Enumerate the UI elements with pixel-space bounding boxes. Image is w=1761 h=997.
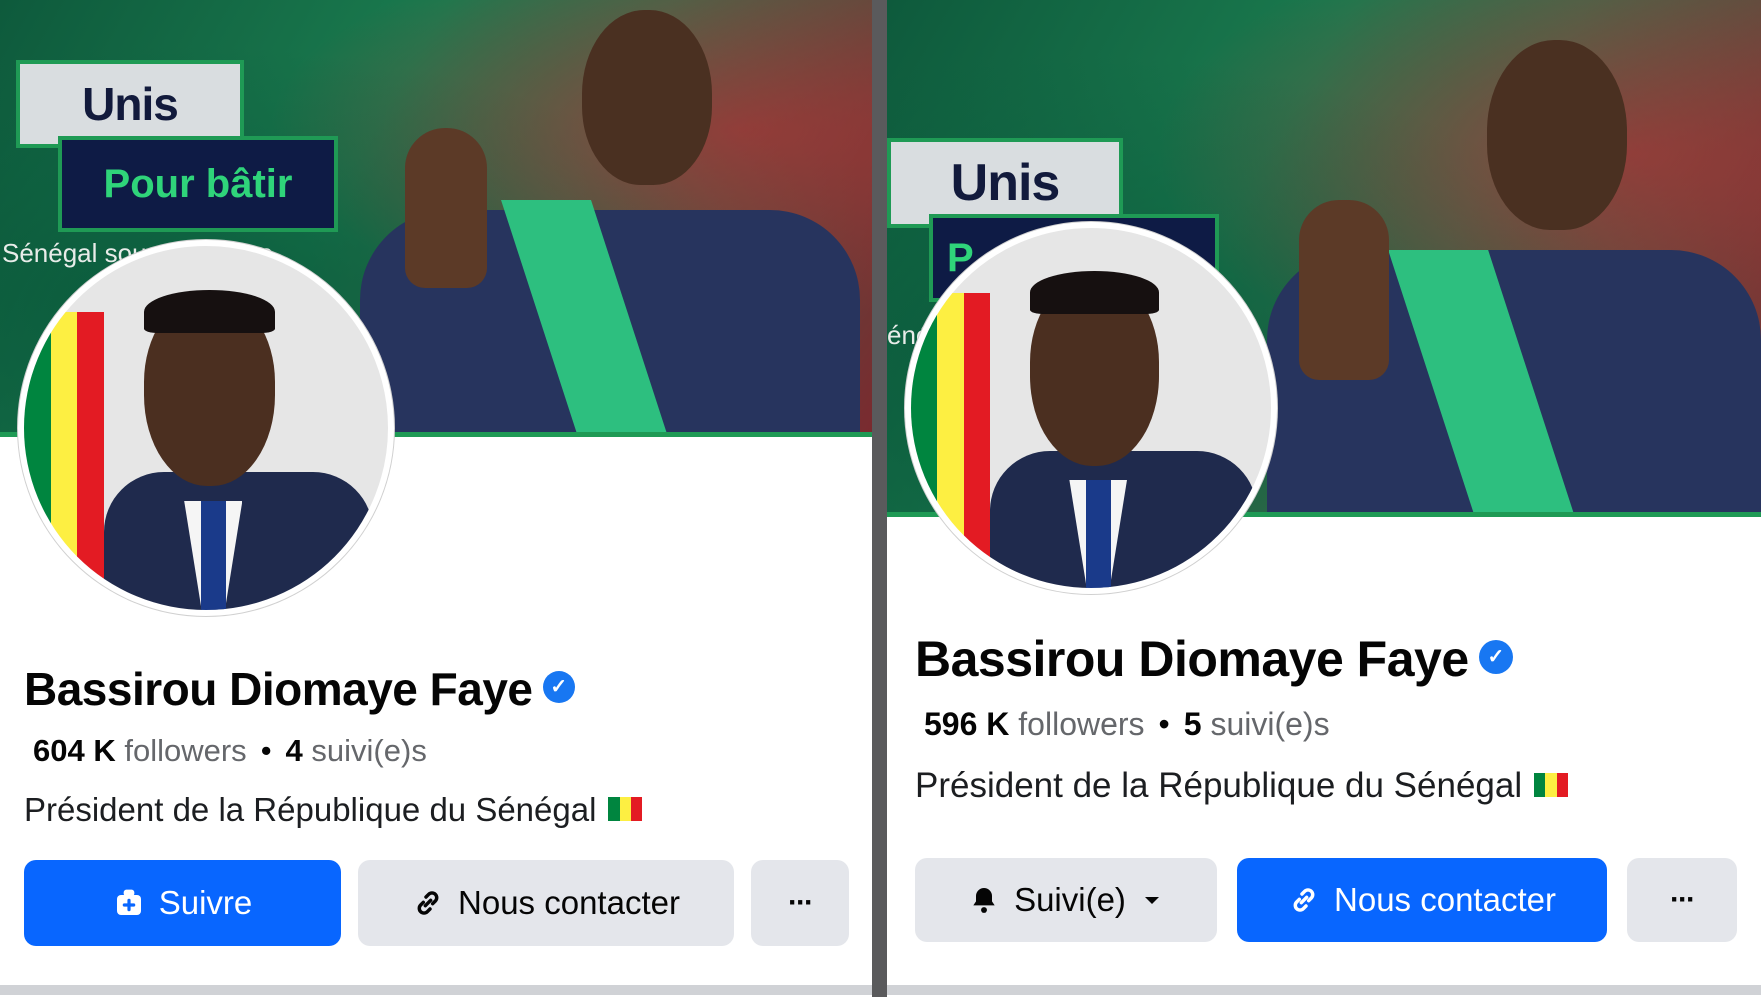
- following-label[interactable]: suivi(e)s: [311, 733, 426, 768]
- profile-panel-left: Unis Pour bâtir Sénégal souv... ...spère…: [0, 0, 872, 997]
- link-icon: [1288, 884, 1320, 916]
- follow-plus-icon: [113, 887, 145, 919]
- more-icon: ···: [1670, 883, 1696, 916]
- profile-stats: 604 K followers • 4 suivi(e)s: [33, 733, 427, 769]
- profile-stats: 596 K followers • 5 suivi(e)s: [924, 706, 1330, 743]
- more-icon: ···: [788, 886, 814, 919]
- following-label[interactable]: suivi(e)s: [1210, 706, 1329, 742]
- link-icon: [412, 887, 444, 919]
- verified-badge-icon: ✓: [1478, 639, 1513, 674]
- cover-figure-head: [1487, 40, 1627, 230]
- profile-bio: Président de la République du Sénégal: [24, 791, 643, 829]
- avatar-hair: [1029, 271, 1160, 315]
- contact-button-label: Nous contacter: [458, 884, 680, 921]
- followers-count[interactable]: 604 K: [33, 733, 116, 768]
- bio-text: Président de la République du Sénégal: [915, 766, 1523, 805]
- cover-figure-hand: [405, 128, 487, 288]
- separator-dot: •: [260, 733, 272, 768]
- senegal-flag-icon: [24, 311, 105, 603]
- slogan-pour-batir: Pour bâtir: [58, 136, 338, 232]
- profile-name: Bassirou Diomaye Faye ✓: [915, 630, 1513, 688]
- profile-avatar[interactable]: [18, 240, 394, 616]
- following-button-label: Suivi(e): [1014, 881, 1126, 918]
- cover-figure-hand: [1299, 200, 1389, 380]
- avatar-suit: [990, 451, 1257, 588]
- more-options-button[interactable]: ···: [751, 860, 849, 946]
- cover-figure-head: [582, 10, 712, 185]
- panel-divider: [872, 0, 887, 997]
- senegal-flag-icon: [1534, 772, 1569, 797]
- bio-text: Président de la République du Sénégal: [24, 791, 597, 828]
- bell-icon: [968, 884, 1000, 916]
- follow-button-label: Suivre: [158, 884, 253, 921]
- follow-button[interactable]: Suivre: [24, 860, 341, 946]
- senegal-flag-icon: [911, 292, 991, 581]
- section-divider: [887, 985, 1761, 995]
- verified-badge-icon: ✓: [542, 670, 575, 703]
- profile-name-text: Bassirou Diomaye Faye: [915, 631, 1469, 687]
- profile-panel-right: Unis P éné Bassirou Diomaye Faye ✓ 596 K …: [887, 0, 1761, 997]
- senegal-flag-icon: [608, 797, 643, 822]
- avatar-tie: [200, 500, 226, 610]
- profile-name: Bassirou Diomaye Faye ✓: [24, 662, 575, 716]
- more-options-button[interactable]: ···: [1627, 858, 1737, 942]
- followers-count[interactable]: 596 K: [924, 706, 1009, 742]
- contact-button[interactable]: Nous contacter: [358, 860, 734, 946]
- following-button[interactable]: Suivi(e): [915, 858, 1217, 942]
- following-count[interactable]: 4: [286, 733, 303, 768]
- followers-label[interactable]: followers: [124, 733, 246, 768]
- slogan-unis: Unis: [16, 60, 244, 148]
- section-divider: [0, 985, 872, 995]
- followers-label[interactable]: followers: [1018, 706, 1144, 742]
- avatar-hair: [144, 289, 276, 334]
- following-count[interactable]: 5: [1184, 706, 1202, 742]
- contact-button-label: Nous contacter: [1334, 881, 1556, 918]
- separator-dot: •: [1158, 706, 1170, 742]
- profile-avatar[interactable]: [905, 222, 1277, 594]
- caret-down-icon: [1140, 888, 1164, 912]
- avatar-suit: [104, 471, 374, 610]
- contact-button[interactable]: Nous contacter: [1237, 858, 1607, 942]
- avatar-tie: [1085, 480, 1111, 588]
- profile-bio: Président de la République du Sénégal: [915, 766, 1569, 806]
- profile-name-text: Bassirou Diomaye Faye: [24, 663, 533, 715]
